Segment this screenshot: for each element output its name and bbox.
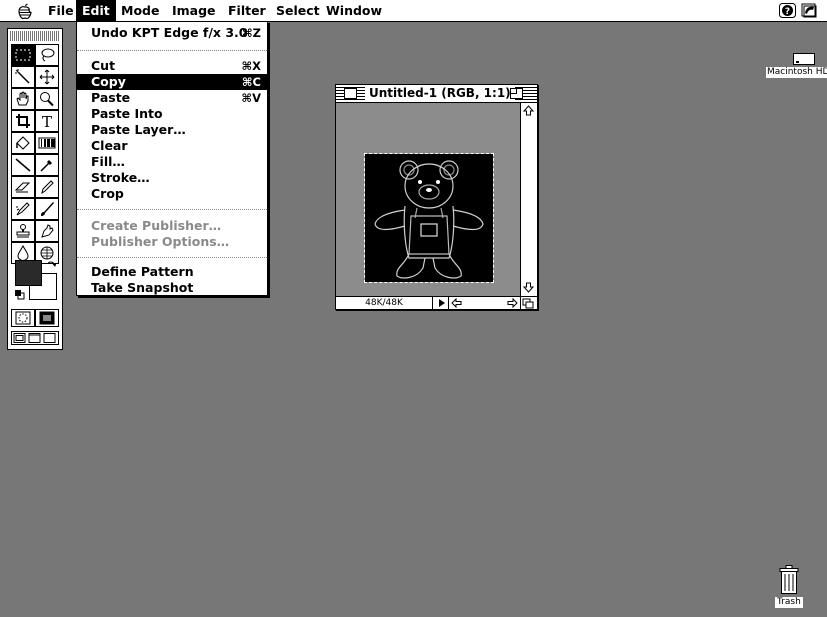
paintbrush-tool-icon[interactable] xyxy=(35,198,59,220)
full-screen-menubar-icon[interactable] xyxy=(28,333,42,343)
magic-wand-tool-icon[interactable] xyxy=(11,66,35,88)
document-window: Untitled-1 (RGB, 1:1) 48K/48K xyxy=(335,84,538,310)
trash-icon[interactable] xyxy=(779,565,799,595)
hard-disk-icon[interactable] xyxy=(793,53,815,65)
menu-item-label: Create Publisher… xyxy=(91,218,222,233)
scroll-right-arrow-icon[interactable] xyxy=(505,297,519,309)
scroll-left-arrow-icon[interactable] xyxy=(448,297,463,309)
menu-separator xyxy=(77,50,267,51)
eraser-tool-icon[interactable] xyxy=(11,176,35,198)
hand-tool-icon[interactable] xyxy=(11,88,35,110)
eyedropper-tool-icon[interactable] xyxy=(35,154,59,176)
menu-item-paste-layer[interactable]: Paste Layer… xyxy=(77,122,267,138)
menu-item-label: Fill… xyxy=(91,154,125,169)
line-tool-icon[interactable] xyxy=(11,154,35,176)
apple-menu-icon[interactable] xyxy=(14,2,36,20)
menu-item-copy[interactable]: Copy ⌘C xyxy=(77,74,267,90)
menu-item-shortcut: ⌘C xyxy=(241,75,261,89)
menu-item-paste[interactable]: Paste ⌘V xyxy=(77,90,267,106)
menu-filter[interactable]: Filter xyxy=(222,0,272,21)
menu-item-create-publisher: Create Publisher… xyxy=(77,218,267,234)
menu-item-clear[interactable]: Clear xyxy=(77,138,267,154)
zoom-box-icon[interactable] xyxy=(510,88,523,99)
swap-colors-icon[interactable] xyxy=(47,260,57,270)
menu-item-shortcut: ⌘X xyxy=(241,59,261,73)
menu-window[interactable]: Window xyxy=(320,0,388,21)
menu-item-stroke[interactable]: Stroke… xyxy=(77,170,267,186)
type-tool-icon[interactable]: T xyxy=(35,110,59,132)
gradient-tool-icon[interactable] xyxy=(35,132,59,154)
selection-marquee xyxy=(364,153,494,283)
menu-item-label: Paste Layer… xyxy=(91,122,186,137)
document-canvas[interactable] xyxy=(336,103,520,296)
default-colors-icon[interactable] xyxy=(14,289,25,300)
vertical-scrollbar[interactable] xyxy=(520,103,536,296)
menu-bar: File Edit Mode Image Filter Select Windo… xyxy=(0,0,827,22)
menu-mode[interactable]: Mode xyxy=(115,0,165,21)
smudge-tool-icon[interactable] xyxy=(35,220,59,242)
menu-item-label: Take Snapshot xyxy=(91,280,194,295)
menu-item-define-pattern[interactable]: Define Pattern xyxy=(77,264,267,280)
menu-separator xyxy=(77,209,267,210)
pencil-tool-icon[interactable] xyxy=(35,176,59,198)
menu-edit[interactable]: Edit xyxy=(76,0,116,21)
menu-select[interactable]: Select xyxy=(270,0,326,21)
color-swatches xyxy=(11,259,59,303)
menu-separator xyxy=(77,257,267,258)
scroll-up-arrow-icon[interactable] xyxy=(522,104,535,117)
edit-menu-dropdown: Undo KPT Edge f/x 3.0 ⌘Z Cut ⌘X Copy ⌘C … xyxy=(76,21,268,296)
menu-item-publisher-options: Publisher Options… xyxy=(77,234,267,250)
menu-item-paste-into[interactable]: Paste Into xyxy=(77,106,267,122)
move-tool-icon[interactable] xyxy=(35,66,59,88)
window-title: Untitled-1 (RGB, 1:1) xyxy=(365,85,515,102)
menu-item-undo[interactable]: Undo KPT Edge f/x 3.0 ⌘Z xyxy=(77,25,267,41)
menu-item-cut[interactable]: Cut ⌘X xyxy=(77,58,267,74)
crop-tool-icon[interactable] xyxy=(11,110,35,132)
airbrush-tool-icon[interactable] xyxy=(11,198,35,220)
foreground-color-swatch[interactable] xyxy=(15,260,42,286)
menu-item-label: Paste Into xyxy=(91,106,163,121)
svg-text:?: ? xyxy=(785,7,790,17)
menu-image[interactable]: Image xyxy=(166,0,222,21)
zoom-tool-icon[interactable] xyxy=(35,88,59,110)
full-screen-mode-icon[interactable] xyxy=(43,333,57,343)
menu-item-label: Cut xyxy=(91,58,116,73)
window-title-bar[interactable]: Untitled-1 (RGB, 1:1) xyxy=(336,85,537,103)
rubber-stamp-tool-icon[interactable] xyxy=(11,220,35,242)
menu-item-label: Copy xyxy=(91,74,126,89)
menu-item-label: Paste xyxy=(91,90,131,105)
svg-text:T: T xyxy=(42,113,52,129)
hard-disk-label[interactable]: Macintosh HD xyxy=(766,67,827,78)
menu-item-take-snapshot[interactable]: Take Snapshot xyxy=(77,280,267,296)
menu-item-fill[interactable]: Fill… xyxy=(77,154,267,170)
menu-item-label: Crop xyxy=(91,186,124,201)
menu-item-label: Undo KPT Edge f/x 3.0 xyxy=(91,25,248,40)
close-box-icon[interactable] xyxy=(344,88,357,99)
quick-mask-mode-icon[interactable] xyxy=(35,309,59,327)
menu-item-label: Clear xyxy=(91,138,128,153)
help-icon[interactable]: ? xyxy=(779,3,796,18)
tool-palette: T xyxy=(7,28,63,350)
menu-item-shortcut: ⌘Z xyxy=(241,26,261,40)
size-popup-arrow-icon[interactable] xyxy=(435,297,449,309)
document-size-indicator[interactable]: 48K/48K xyxy=(336,297,433,309)
resize-box-icon[interactable] xyxy=(520,297,535,309)
screen-mode-buttons xyxy=(11,331,59,345)
menu-item-crop[interactable]: Crop xyxy=(77,186,267,202)
marquee-tool-icon[interactable] xyxy=(11,44,35,66)
standard-mode-icon[interactable] xyxy=(11,309,35,327)
menu-item-shortcut: ⌘V xyxy=(241,91,261,105)
window-status-bar: 48K/48K xyxy=(336,296,537,309)
scroll-down-arrow-icon[interactable] xyxy=(522,281,535,294)
lasso-tool-icon[interactable] xyxy=(35,44,59,66)
standard-screen-mode-icon[interactable] xyxy=(13,333,27,343)
menu-item-label: Define Pattern xyxy=(91,264,194,279)
palette-drag-bar[interactable] xyxy=(10,31,60,41)
trash-label[interactable]: Trash xyxy=(775,597,803,608)
menu-item-label: Publisher Options… xyxy=(91,234,230,249)
menu-item-label: Stroke… xyxy=(91,170,150,185)
paint-bucket-tool-icon[interactable] xyxy=(11,132,35,154)
menu-file[interactable]: File xyxy=(42,0,80,21)
application-menu-icon[interactable] xyxy=(801,3,818,18)
